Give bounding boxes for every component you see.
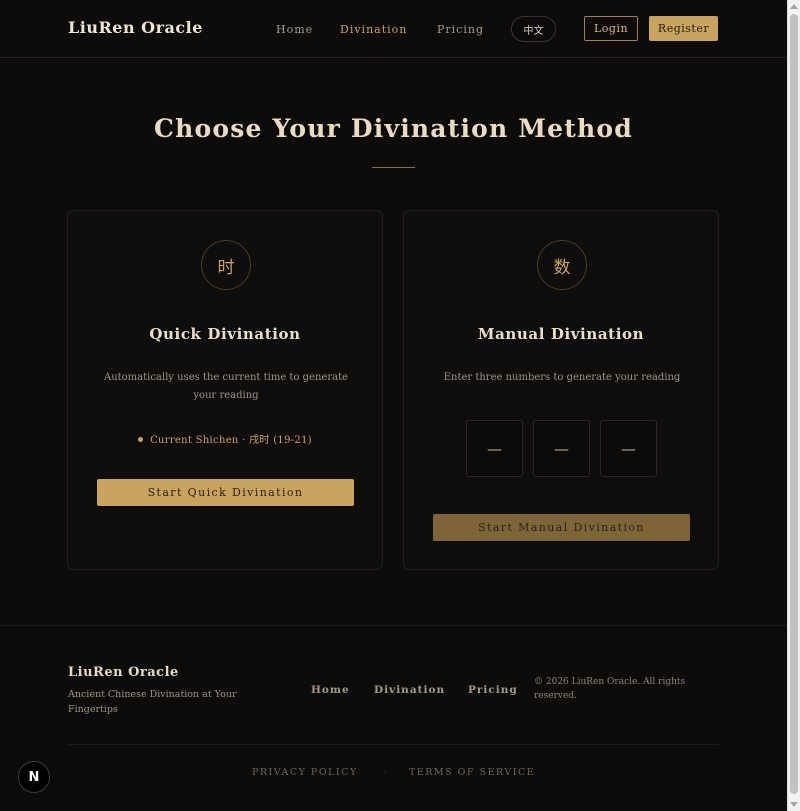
scroll-down-arrow-icon[interactable]	[790, 802, 798, 807]
start-quick-divination-button[interactable]: Start Quick Divination	[97, 479, 354, 506]
vertical-scrollbar[interactable]	[787, 0, 800, 811]
status-dot-icon	[138, 437, 144, 442]
copyright-text: © 2026 LiuRen Oracle. All rights reserve…	[534, 677, 686, 701]
footer-link-pricing[interactable]: Pricing	[468, 684, 518, 696]
nav-divination[interactable]: Divination	[340, 23, 407, 36]
site-header: LiuRen Oracle Home Divination Pricing 中文…	[0, 0, 787, 58]
shichen-hours: (19-21)	[273, 435, 312, 446]
number-input-2[interactable]: —	[533, 420, 590, 477]
scroll-up-arrow-icon[interactable]	[790, 4, 798, 9]
number-input-3[interactable]: —	[600, 420, 657, 477]
footer-tagline: Ancient Chinese Divination at Your Finge…	[68, 689, 237, 715]
legal-separator: ·	[384, 767, 388, 778]
shichen-value: 戌时	[249, 435, 270, 446]
manual-divination-title: Manual Divination	[477, 325, 645, 343]
footer-divider	[68, 744, 719, 745]
register-button[interactable]: Register	[649, 16, 718, 41]
nav-pricing[interactable]: Pricing	[437, 23, 484, 36]
number-icon: 数	[537, 240, 587, 290]
site-footer: LiuRen Oracle Ancient Chinese Divination…	[0, 625, 787, 811]
time-icon: 时	[201, 240, 251, 290]
brand-logo[interactable]: LiuRen Oracle	[68, 18, 203, 37]
footer-link-home[interactable]: Home	[311, 684, 350, 696]
scrollbar-thumb[interactable]	[790, 14, 798, 794]
shichen-label: Current Shichen ·	[150, 435, 246, 446]
page: LiuRen Oracle Home Divination Pricing 中文…	[0, 0, 787, 811]
title-divider	[372, 167, 415, 168]
quick-divination-title: Quick Divination	[149, 325, 301, 343]
manual-divination-description: Enter three numbers to generate your rea…	[443, 372, 681, 383]
footer-brand: LiuRen Oracle	[68, 665, 179, 680]
login-button[interactable]: Login	[584, 16, 638, 41]
current-shichen-indicator: Current Shichen · 戌时 (19-21)	[68, 431, 382, 446]
nav-home[interactable]: Home	[276, 23, 313, 36]
language-toggle-button[interactable]: 中文	[511, 16, 556, 42]
dev-tools-badge[interactable]: N	[18, 761, 50, 793]
footer-link-divination[interactable]: Divination	[374, 684, 445, 696]
start-manual-divination-button[interactable]: Start Manual Divination	[433, 514, 690, 541]
page-title: Choose Your Divination Method	[154, 114, 633, 143]
manual-divination-card: 数 Manual Divination Enter three numbers …	[403, 210, 719, 570]
quick-divination-card: 时 Quick Divination Automatically uses th…	[67, 210, 383, 570]
privacy-policy-link[interactable]: PRIVACY POLICY	[252, 767, 358, 778]
number-input-1[interactable]: —	[466, 420, 523, 477]
quick-divination-description: Automatically uses the current time to g…	[103, 372, 349, 401]
terms-of-service-link[interactable]: TERMS OF SERVICE	[409, 767, 535, 778]
